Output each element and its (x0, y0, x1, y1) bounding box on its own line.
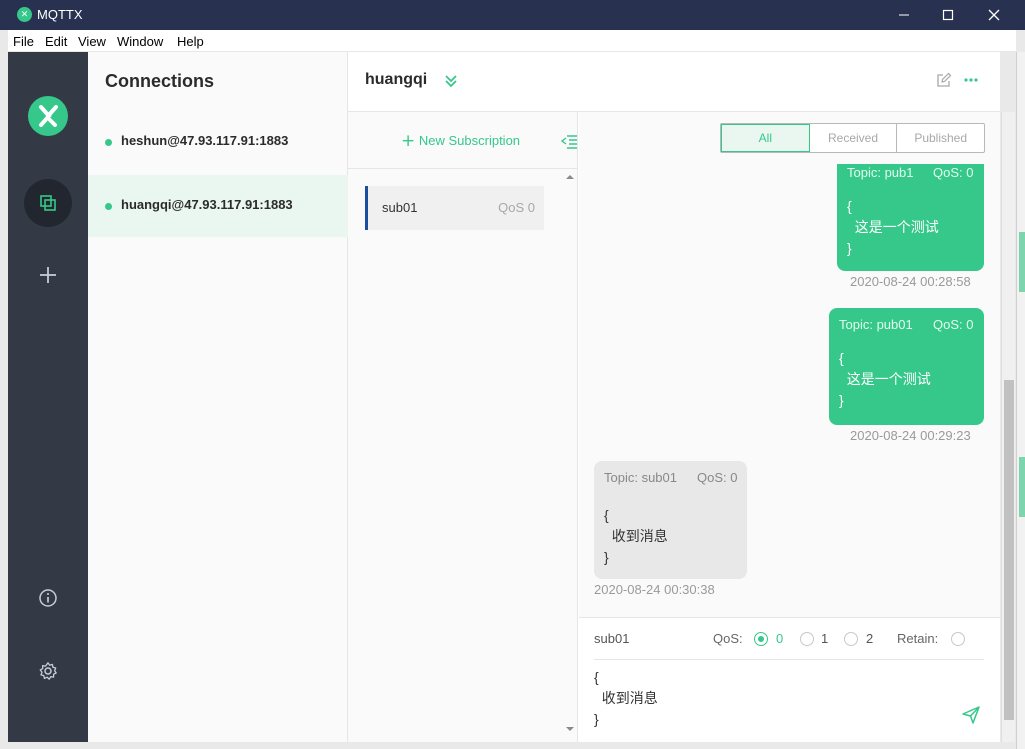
composer-topic-input[interactable]: sub01 (594, 631, 629, 646)
payload-editor[interactable]: { 收到消息 } (594, 667, 658, 730)
qos-radio-1[interactable] (800, 632, 814, 646)
connection-status-dot (105, 139, 112, 146)
divider (348, 168, 578, 169)
maximize-icon (942, 9, 954, 21)
qos-option-2-label: 2 (866, 631, 874, 646)
menu-file[interactable]: File (13, 34, 34, 49)
settings-icon[interactable] (36, 659, 60, 683)
menu-edit[interactable]: Edit (45, 34, 67, 49)
add-icon[interactable] (36, 263, 60, 287)
menu-window[interactable]: Window (117, 34, 163, 49)
expand-chevron-icon[interactable] (443, 73, 459, 89)
background-window-edge (1016, 52, 1025, 749)
close-button[interactable] (971, 0, 1017, 30)
tab-published[interactable]: Published (897, 124, 984, 152)
scroll-down-arrow-icon (566, 727, 574, 731)
connection-item-active[interactable]: huangqi@47.93.117.91:1883 (88, 175, 348, 237)
message-topic: Topic: sub01 (604, 470, 677, 485)
collapse-list-icon[interactable] (561, 134, 578, 149)
subscriptions-scrollbar[interactable] (563, 170, 575, 740)
messages-scrollbar[interactable] (1001, 112, 1015, 742)
app-brand-icon (28, 96, 68, 136)
retain-checkbox[interactable] (951, 632, 965, 646)
message-bubble-sent: Topic: pub01 QoS: 0 { 这是一个测试 } (829, 308, 984, 425)
subscription-item[interactable]: sub01 QoS 0 (365, 186, 544, 230)
qos-label: QoS: (713, 631, 743, 646)
maximize-button[interactable] (925, 0, 971, 30)
window-title: MQTTX (37, 7, 83, 22)
qos-option-1-label: 1 (821, 631, 829, 646)
subscription-qos: QoS 0 (498, 200, 535, 215)
window-titlebar: ✕ MQTTX (0, 0, 1025, 30)
message-payload: { 这是一个测试 } (847, 198, 939, 256)
connection-title: huangqi (365, 71, 428, 88)
connection-topbar: huangqi (348, 52, 1000, 112)
retain-label: Retain: (897, 631, 939, 646)
qos-radio-0[interactable] (754, 632, 768, 646)
message-topic: Topic: pub01 (839, 317, 913, 332)
message-filter-tabs: All Received Published (720, 123, 985, 153)
tab-all[interactable]: All (721, 124, 810, 152)
close-icon (988, 9, 1000, 21)
connection-status-dot (105, 203, 112, 210)
qos-radio-2[interactable] (844, 632, 858, 646)
menu-help[interactable]: Help (177, 34, 204, 49)
subscriptions-panel: + New Subscription sub01 QoS 0 (348, 112, 578, 742)
minimize-button[interactable] (881, 0, 927, 30)
scrollbar-thumb[interactable] (1004, 380, 1014, 720)
message-qos: QoS: 0 (697, 470, 738, 485)
message-bubble-sent: Topic: pub1 QoS: 0 { 这是一个测试 } (837, 164, 984, 271)
message-qos: QoS: 0 (933, 165, 974, 180)
connections-header: Connections (105, 71, 215, 91)
info-icon[interactable] (36, 586, 60, 610)
left-nav (8, 52, 88, 742)
plus-icon: + (401, 131, 416, 151)
connection-name: huangqi@47.93.117.91:1883 (121, 197, 293, 212)
send-icon[interactable] (961, 705, 981, 725)
scroll-up-arrow-icon (566, 175, 574, 179)
window-bottom-edge (8, 742, 1016, 749)
new-subscription-label: New Subscription (418, 133, 521, 148)
menu-bar: File Edit View Window Help (8, 30, 1016, 52)
connections-panel: Connections heshun@47.93.117.91:1883 hua… (88, 52, 348, 742)
message-topic: Topic: pub1 (847, 165, 914, 180)
message-timestamp: 2020-08-24 00:30:38 (594, 582, 715, 597)
message-payload: { 收到消息 } (604, 507, 668, 565)
new-subscription-button[interactable]: + New Subscription (401, 130, 521, 151)
qos-option-0-label: 0 (776, 631, 784, 646)
minimize-icon (899, 14, 909, 16)
menu-view[interactable]: View (78, 34, 106, 49)
message-timestamp: 2020-08-24 00:28:58 (850, 274, 971, 289)
subscription-topic: sub01 (382, 200, 418, 215)
more-icon[interactable] (963, 76, 979, 84)
connections-icon[interactable] (36, 191, 60, 215)
messages-panel: All Received Published Topic: pub1 QoS: … (579, 112, 1000, 617)
connection-name: heshun@47.93.117.91:1883 (121, 133, 289, 148)
message-bubble-received: Topic: sub01 QoS: 0 { 收到消息 } (594, 461, 747, 579)
mqttx-logo-icon: ✕ (17, 7, 32, 22)
main-panel: huangqi + New Subscription sub01 QoS 0 A… (348, 52, 1015, 742)
edit-icon[interactable] (936, 72, 952, 88)
divider (594, 659, 984, 660)
message-qos: QoS: 0 (933, 317, 974, 332)
message-timestamp: 2020-08-24 00:29:23 (850, 428, 971, 443)
message-composer: sub01 QoS: 0 1 2 Retain: { 收到消息 } (579, 617, 1000, 742)
connection-item[interactable]: heshun@47.93.117.91:1883 (88, 111, 348, 173)
message-payload: { 这是一个测试 } (839, 350, 931, 408)
tab-received[interactable]: Received (810, 124, 898, 152)
